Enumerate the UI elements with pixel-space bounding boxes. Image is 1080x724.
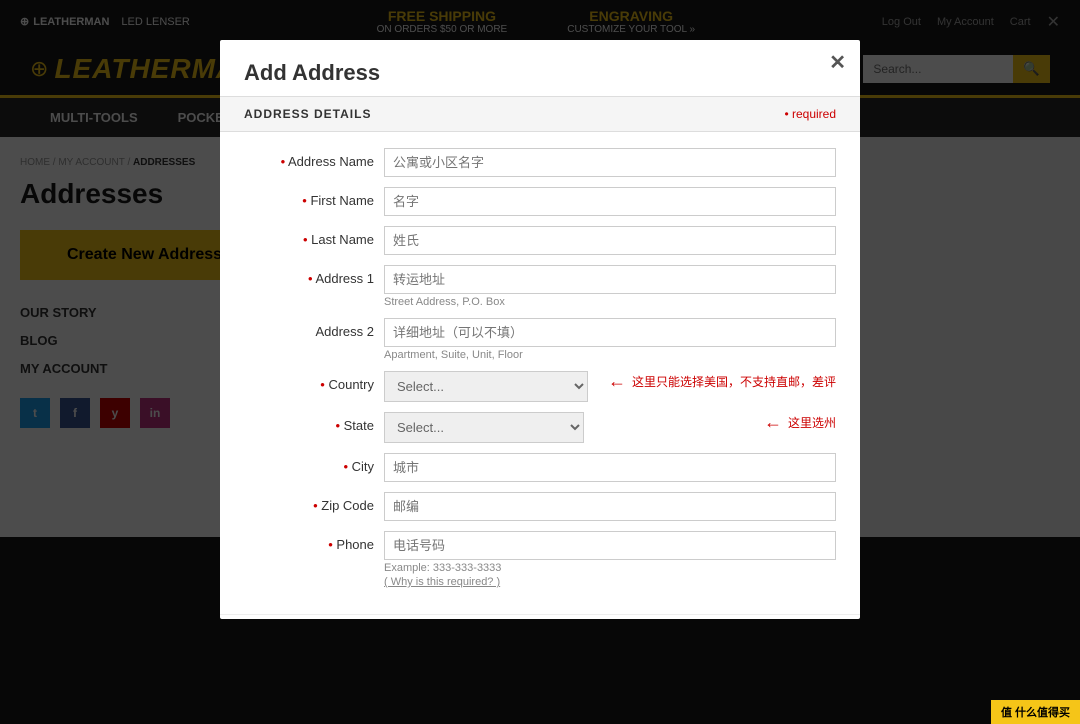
country-row: Country Select... United States ← 这里只能选择… [244,371,836,402]
country-label: Country [244,371,374,392]
address1-sublabel: Street Address, P.O. Box [384,296,836,308]
first-name-label: First Name [244,187,374,208]
last-name-row: Last Name [244,226,836,255]
state-annotation-text: 这里选州 [788,414,836,431]
first-name-input-wrapper [384,187,836,216]
address-name-input-wrapper [384,148,836,177]
watermark: 值 什么值得买 [991,700,1080,724]
phone-sublabel2: ( Why is this required? ) [384,576,836,588]
country-arrow-icon: ← [608,371,626,392]
first-name-field[interactable] [384,187,836,216]
section-label: ADDRESS DETAILS [244,107,371,121]
state-row: State Select... Alabama Alaska Californi… [244,412,836,443]
address-name-field[interactable] [384,148,836,177]
zip-row: Zip Code [244,492,836,521]
address2-field[interactable] [384,318,836,347]
modal-overlay: ✕ Add Address ADDRESS DETAILS • required… [0,0,1080,724]
state-label: State [244,412,374,433]
phone-field[interactable] [384,531,836,560]
zip-label: Zip Code [244,492,374,513]
state-select[interactable]: Select... Alabama Alaska California [384,412,584,443]
country-annotation-text: 这里只能选择美国，不支持直邮，差评 [632,373,836,390]
phone-label: Phone [244,531,374,552]
required-note: • required [784,107,836,121]
address1-field[interactable] [384,265,836,294]
address-name-label: Address Name [244,148,374,169]
address-name-row: Address Name [244,148,836,177]
address1-label: Address 1 [244,265,374,286]
city-field[interactable] [384,453,836,482]
country-input-wrapper: Select... United States [384,371,588,402]
city-row: City [244,453,836,482]
phone-sublabel1: Example: 333-333-3333 [384,562,836,574]
modal-footer: APPLY CANCEL ↑ 点击APPLY 保存收货地址 [220,614,860,619]
add-address-modal: ✕ Add Address ADDRESS DETAILS • required… [220,40,860,619]
modal-title: Add Address [220,40,860,96]
form-body: Address Name First Name Last Name [220,132,860,614]
state-arrow-icon: ← [764,412,782,433]
last-name-input-wrapper [384,226,836,255]
state-annotation: ← 这里选州 [764,412,836,433]
address1-input-wrapper: Street Address, P.O. Box [384,265,836,308]
zip-input-wrapper [384,492,836,521]
first-name-row: First Name [244,187,836,216]
address2-input-wrapper: Apartment, Suite, Unit, Floor [384,318,836,361]
state-input-wrapper: Select... Alabama Alaska California [384,412,744,443]
city-input-wrapper [384,453,836,482]
modal-close-button[interactable]: ✕ [829,50,846,75]
address2-label: Address 2 [244,318,374,339]
address2-row: Address 2 Apartment, Suite, Unit, Floor [244,318,836,361]
address2-sublabel: Apartment, Suite, Unit, Floor [384,349,836,361]
country-select[interactable]: Select... United States [384,371,588,402]
last-name-field[interactable] [384,226,836,255]
section-header: ADDRESS DETAILS • required [220,96,860,132]
country-annotation: ← 这里只能选择美国，不支持直邮，差评 [608,371,836,392]
address1-row: Address 1 Street Address, P.O. Box [244,265,836,308]
zip-field[interactable] [384,492,836,521]
last-name-label: Last Name [244,226,374,247]
phone-row: Phone Example: 333-333-3333 ( Why is thi… [244,531,836,588]
city-label: City [244,453,374,474]
phone-input-wrapper: Example: 333-333-3333 ( Why is this requ… [384,531,836,588]
